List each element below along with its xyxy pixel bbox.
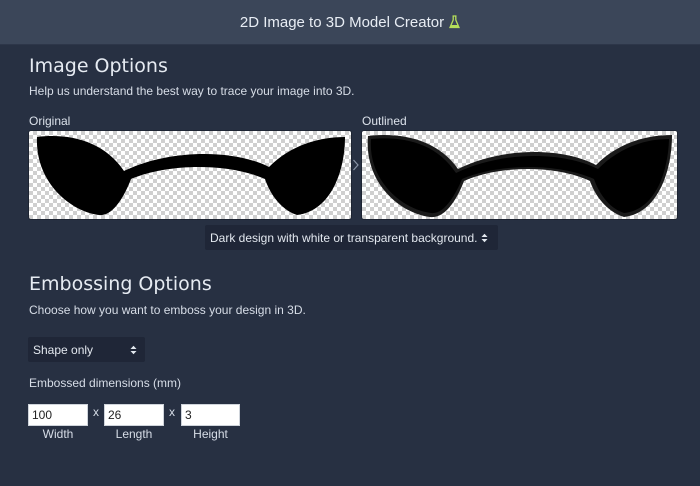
emboss-mode-value: Shape only	[33, 342, 94, 357]
up-down-caret-icon	[481, 233, 488, 243]
emboss-mode-select[interactable]: Shape only	[28, 337, 145, 362]
image-options-title: Image Options	[29, 55, 168, 77]
dimension-separator: x	[169, 405, 175, 419]
original-image-preview	[28, 130, 352, 220]
image-options-subtitle: Help us understand the best way to trace…	[29, 84, 355, 98]
length-input[interactable]	[104, 404, 164, 426]
length-caption: Length	[115, 427, 153, 441]
app-title: 2D Image to 3D Model Creator	[239, 13, 445, 31]
height-caption: Height	[193, 427, 228, 441]
height-input[interactable]	[181, 404, 240, 426]
dimension-separator: x	[93, 405, 99, 419]
embossing-options-subtitle: Choose how you want to emboss your desig…	[29, 303, 306, 317]
flask-icon	[449, 15, 461, 29]
original-label: Original	[29, 114, 71, 128]
outlined-label: Outlined	[362, 114, 407, 128]
embossing-options-title: Embossing Options	[29, 273, 212, 295]
width-caption: Width	[42, 427, 74, 441]
title-bar: 2D Image to 3D Model Creator	[0, 0, 700, 45]
trace-mode-select[interactable]: Dark design with white or transparent ba…	[205, 225, 498, 250]
trace-mode-value: Dark design with white or transparent ba…	[210, 230, 478, 245]
outlined-image-preview	[361, 130, 678, 220]
width-input[interactable]	[28, 404, 88, 426]
dimensions-label: Embossed dimensions (mm)	[29, 376, 182, 390]
up-down-caret-icon	[130, 345, 137, 355]
chevron-right-icon	[353, 159, 359, 171]
